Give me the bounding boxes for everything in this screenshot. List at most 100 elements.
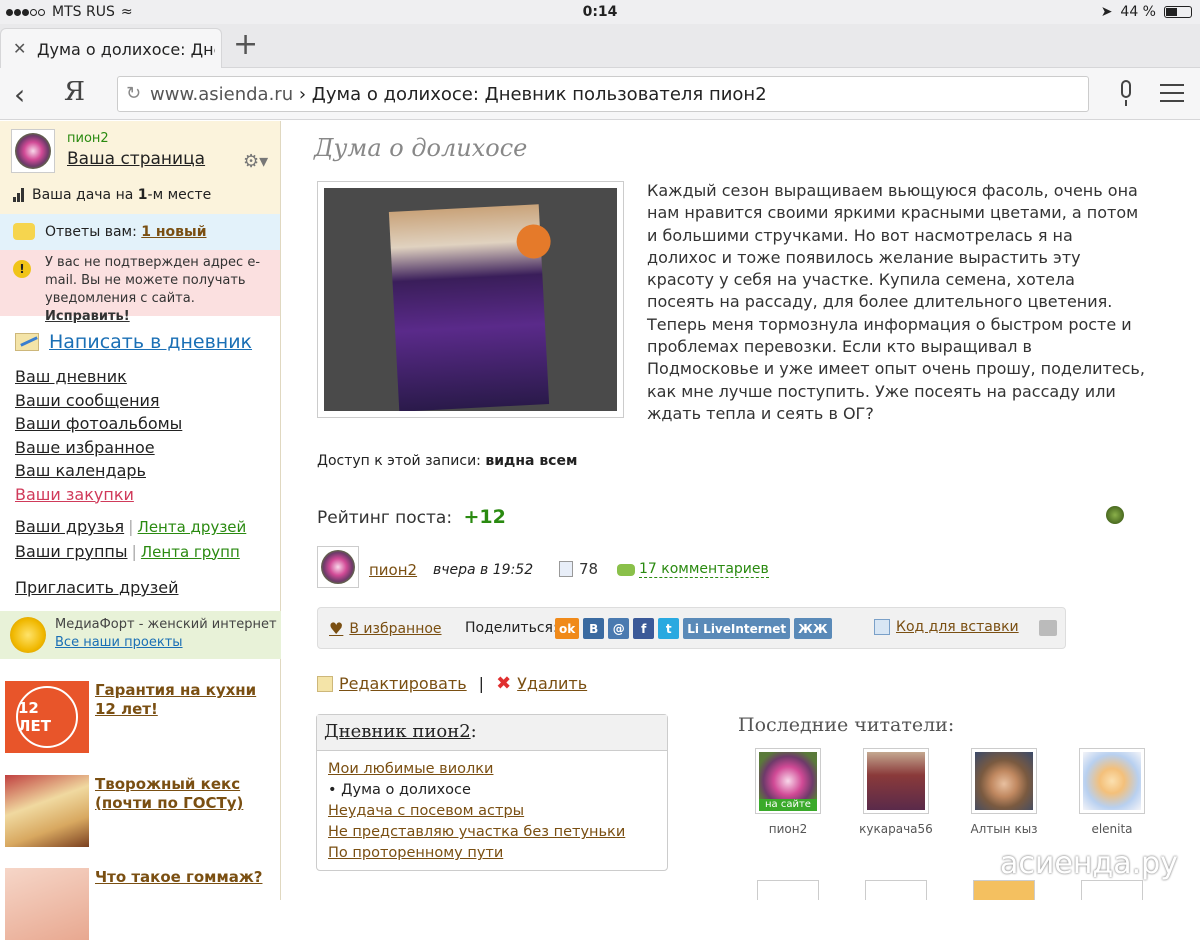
reader-item[interactable]: elenita: [1072, 748, 1152, 836]
share-icons: ok B @ f t Li LiveInternet ЖЖ: [555, 618, 832, 639]
peony-avatar-image: [15, 133, 51, 169]
menu-icon[interactable]: [1160, 84, 1184, 108]
status-bar: MTS RUS ≈ 0:14 ➤ 44 %: [0, 0, 1200, 24]
fix-email-link[interactable]: Исправить!: [45, 309, 130, 324]
promo-image[interactable]: [5, 868, 89, 940]
diary-header-link[interactable]: Дневник пион2: [324, 721, 471, 742]
diary-box: Дневник пион2: Мои любимые виолки • Дума…: [316, 714, 668, 871]
share-vkontakte-icon[interactable]: B: [583, 618, 605, 639]
tab-active[interactable]: ✕ Дума о долихосе: Днев: [0, 28, 222, 68]
write-diary-link[interactable]: Написать в дневник: [15, 331, 252, 353]
reader-avatar-partial[interactable]: [973, 880, 1035, 900]
promo-caption[interactable]: Что такое гоммаж?: [95, 868, 277, 887]
close-tab-icon[interactable]: ✕: [13, 39, 26, 58]
post-body: Каждый сезон выращиваем вьющуюся фасоль,…: [647, 181, 1145, 423]
sidebar-item-friends-feed[interactable]: Лента друзей: [138, 518, 247, 536]
post-photo[interactable]: [317, 181, 624, 418]
rank-text: Ваша дача на 1-м месте: [13, 187, 211, 203]
all-projects-link[interactable]: Все наши проекты: [55, 635, 183, 650]
back-button[interactable]: ‹: [14, 78, 25, 111]
url-separator: ›: [293, 84, 312, 105]
sidebar-item-groups-feed[interactable]: Лента групп: [141, 543, 240, 561]
promo-caption[interactable]: Гарантия на кухни 12 лет!: [95, 681, 277, 719]
edit-row: Редактировать | ✖ Удалить: [317, 673, 587, 694]
reader-name[interactable]: пион2: [748, 822, 828, 836]
add-favorite-button[interactable]: ♥ В избранное: [329, 619, 442, 638]
warning-icon: !: [13, 260, 31, 278]
delete-link[interactable]: Удалить: [517, 674, 587, 693]
reader-item[interactable]: на сайте пион2: [748, 748, 828, 836]
list-item[interactable]: По проторенному пути: [328, 843, 656, 864]
diary-header: Дневник пион2:: [317, 715, 667, 751]
list-item[interactable]: Неудача с посевом астры: [328, 801, 656, 822]
microphone-icon[interactable]: [1117, 80, 1135, 108]
page-title: Дума о долихосе: [314, 134, 528, 162]
sidebar: пион2 Ваша страница ⚙▾ Ваша дача на 1-м …: [0, 121, 281, 940]
promo-image[interactable]: [5, 775, 89, 847]
yandex-logo-button[interactable]: Я: [64, 77, 85, 107]
sidebar-item-groups[interactable]: Ваши группы: [15, 542, 128, 561]
sidebar-item-friends[interactable]: Ваши друзья: [15, 517, 124, 536]
reader-avatar[interactable]: [863, 748, 929, 814]
reader-avatar[interactable]: [971, 748, 1037, 814]
sidebar-item-purchases[interactable]: Ваши закупки: [15, 483, 182, 507]
promo-image[interactable]: 12 ЛЕТ: [5, 681, 89, 753]
invite-friends-link[interactable]: Пригласить друзей: [15, 578, 179, 597]
share-odnoklassniki-icon[interactable]: ok: [555, 618, 580, 639]
sidebar-item-diary[interactable]: Ваш дневник: [15, 365, 182, 389]
bug-icon[interactable]: [1106, 506, 1124, 524]
sidebar-item-favorites[interactable]: Ваше избранное: [15, 436, 182, 460]
author-avatar[interactable]: [317, 546, 359, 588]
readers-title: Последние читатели:: [738, 714, 955, 736]
promo-item[interactable]: Творожный кекс (почти по ГОСТу): [5, 775, 277, 853]
sidebar-social-menu: Ваши друзья | Лента друзей Ваши группы | Лен…: [15, 517, 247, 561]
edit-link[interactable]: Редактировать: [339, 674, 467, 693]
comments-link[interactable]: 17 комментариев: [617, 561, 769, 578]
url-field[interactable]: ↻ www.asienda.ru › Дума о долихосе: Днев…: [117, 76, 1089, 112]
sidebar-item-messages[interactable]: Ваши сообщения: [15, 389, 182, 413]
reader-name[interactable]: elenita: [1072, 822, 1152, 836]
share-livejournal-button[interactable]: ЖЖ: [794, 618, 832, 639]
edit-pencil-icon: [317, 675, 333, 692]
share-liveinternet-button[interactable]: Li LiveInternet: [683, 618, 791, 639]
sidebar-item-calendar[interactable]: Ваш календарь: [15, 459, 182, 483]
promo-item[interactable]: Что такое гоммаж?: [5, 868, 277, 946]
reader-name[interactable]: Алтын кыз: [964, 822, 1044, 836]
list-item[interactable]: Не представляю участка без петуньки: [328, 822, 656, 843]
mediafort-text: МедиаФорт - женский интернет: [55, 617, 277, 632]
share-twitter-icon[interactable]: t: [658, 618, 680, 639]
answers-block: Ответы вам: 1 новый: [0, 214, 280, 250]
location-arrow-icon: ➤: [1100, 4, 1113, 20]
reader-item[interactable]: кукарача56: [856, 748, 936, 836]
reader-avatar[interactable]: на сайте: [755, 748, 821, 814]
reader-avatar-partial[interactable]: [865, 880, 927, 900]
mediafort-block: МедиаФорт - женский интернет Все наши пр…: [0, 611, 281, 659]
reader-name[interactable]: кукарача56: [856, 822, 936, 836]
list-item[interactable]: Мои любимые виолки: [328, 759, 656, 780]
mediafort-logo-icon[interactable]: [10, 617, 46, 653]
gear-icon[interactable]: ⚙▾: [243, 151, 268, 172]
print-icon[interactable]: [1039, 620, 1057, 636]
share-label: Поделиться:: [465, 620, 558, 636]
reader-avatar[interactable]: [1079, 748, 1145, 814]
reader-avatar-partial[interactable]: [757, 880, 819, 900]
notepad-pencil-icon: [15, 333, 39, 351]
sidebar-item-albums[interactable]: Ваши фотоальбомы: [15, 412, 182, 436]
address-bar: ‹ Я ↻ www.asienda.ru › Дума о долихосе: …: [0, 68, 1200, 120]
embed-code-button[interactable]: Код для вставки: [874, 619, 1019, 635]
reader-item[interactable]: Алтын кыз: [964, 748, 1044, 836]
online-badge: на сайте: [759, 799, 817, 811]
author-link[interactable]: пион2: [369, 561, 417, 579]
share-facebook-icon[interactable]: f: [633, 618, 655, 639]
url-page-title: Дума о долихосе: Дневник пользователя пи…: [311, 84, 767, 105]
site-watermark: асиенда.ру: [1000, 846, 1178, 881]
new-tab-button[interactable]: +: [233, 30, 258, 60]
reload-icon[interactable]: ↻: [126, 83, 141, 104]
my-page-link[interactable]: Ваша страница: [67, 149, 205, 169]
share-mailru-icon[interactable]: @: [608, 618, 630, 639]
promo-item[interactable]: 12 ЛЕТ Гарантия на кухни 12 лет!: [5, 681, 277, 759]
promo-caption[interactable]: Творожный кекс (почти по ГОСТу): [95, 775, 277, 813]
avatar[interactable]: [11, 129, 55, 173]
new-answers-link[interactable]: 1 новый: [141, 224, 206, 240]
reader-avatar-partial[interactable]: [1081, 880, 1143, 900]
